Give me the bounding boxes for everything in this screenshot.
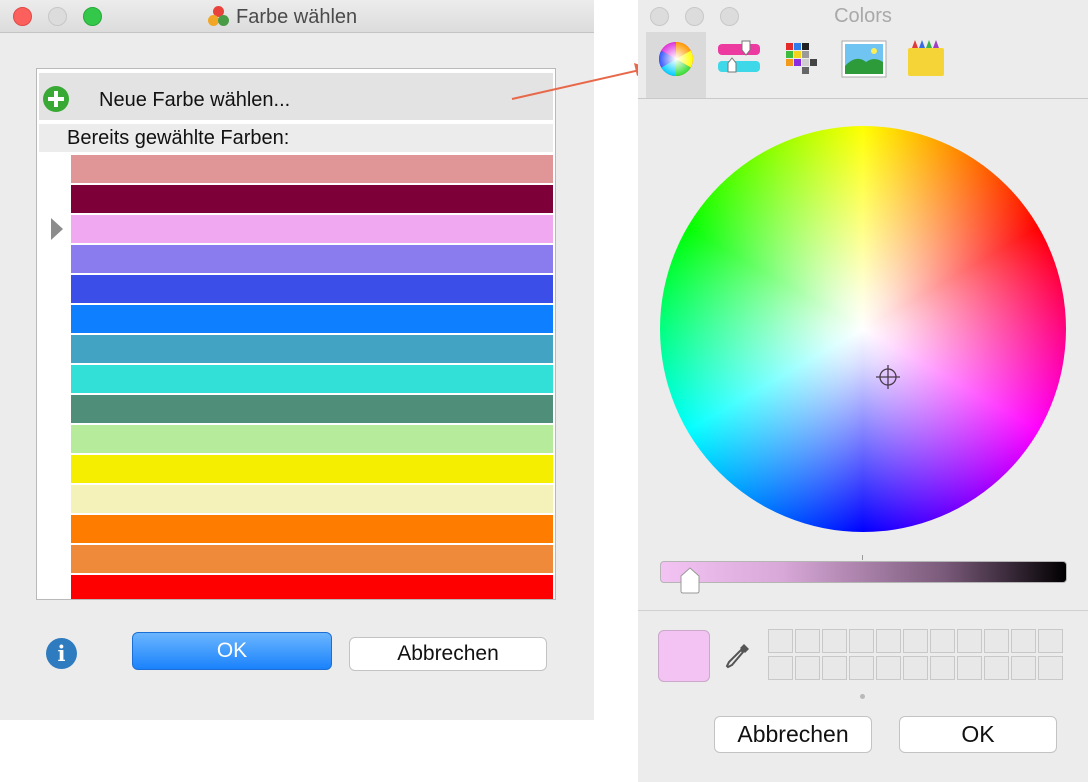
empty-swatch-cell[interactable] — [957, 656, 982, 680]
empty-swatch-cell[interactable] — [930, 656, 955, 680]
color-swatch[interactable] — [71, 275, 553, 303]
new-color-row[interactable]: Neue Farbe wählen... — [39, 73, 553, 120]
dialog-title: Farbe wählen — [236, 5, 358, 28]
tab-crayons[interactable] — [896, 32, 956, 98]
eyedropper-icon[interactable] — [724, 641, 752, 673]
color-swatch[interactable] — [71, 455, 553, 483]
color-swatch[interactable] — [71, 335, 553, 363]
empty-swatch-cell[interactable] — [1011, 656, 1036, 680]
color-swatch[interactable] — [71, 485, 553, 513]
panel-cancel-button[interactable]: Abbrechen — [714, 716, 872, 753]
empty-swatch-cell[interactable] — [876, 629, 901, 653]
panel-title: Colors — [834, 5, 892, 27]
color-swatch[interactable] — [71, 395, 553, 423]
color-swatch[interactable] — [71, 155, 553, 183]
color-wheel[interactable] — [660, 126, 1066, 532]
swatch-divider — [638, 610, 1088, 611]
slider-tick — [862, 555, 863, 560]
colors-panel: Colors Abbrechen OK — [638, 0, 1088, 782]
palette-grid-icon — [786, 43, 817, 74]
empty-swatch-cell[interactable] — [822, 656, 847, 680]
empty-swatch-cell[interactable] — [768, 656, 793, 680]
ok-button[interactable]: OK — [132, 632, 332, 670]
resize-grip-icon[interactable] — [860, 694, 865, 699]
selected-row-pointer-icon — [51, 218, 63, 240]
color-swatch[interactable] — [71, 575, 553, 599]
dialog-titlebar: Farbe wählen — [0, 0, 594, 33]
crosshair-icon[interactable] — [876, 365, 900, 389]
color-list[interactable]: Neue Farbe wählen... Bereits gewählte Fa… — [36, 68, 556, 600]
empty-swatch-cell[interactable] — [795, 656, 820, 680]
panel-ok-button[interactable]: OK — [899, 716, 1057, 753]
empty-swatch-cell[interactable] — [1038, 656, 1063, 680]
add-icon — [43, 86, 69, 112]
dialog-title-group: Farbe wählen — [208, 6, 357, 28]
color-swatch[interactable] — [71, 365, 553, 393]
empty-swatch-cell[interactable] — [768, 629, 793, 653]
empty-swatch-cell[interactable] — [1038, 629, 1063, 653]
choose-color-dialog: Farbe wählen Neue Farbe wählen... Bereit… — [0, 0, 594, 720]
color-wheel-disc[interactable] — [660, 126, 1066, 532]
color-swatch[interactable] — [71, 305, 553, 333]
brightness-slider[interactable] — [660, 561, 1067, 583]
empty-swatch-cell[interactable] — [957, 629, 982, 653]
current-color-well[interactable] — [658, 630, 710, 682]
color-swatch[interactable] — [71, 545, 553, 573]
zoom-window-button[interactable] — [83, 7, 102, 26]
empty-swatch-cell[interactable] — [984, 629, 1009, 653]
empty-swatch-cell[interactable] — [1011, 629, 1036, 653]
color-swatch[interactable] — [71, 215, 553, 243]
info-icon[interactable]: i — [46, 638, 77, 669]
empty-swatch-cell[interactable] — [822, 629, 847, 653]
color-mode-toolbar — [638, 32, 1088, 98]
color-wheel-icon — [659, 42, 693, 76]
toolbar-divider — [638, 98, 1088, 99]
empty-swatch-cell[interactable] — [849, 656, 874, 680]
cancel-button[interactable]: Abbrechen — [349, 637, 547, 671]
empty-swatch-cell[interactable] — [903, 629, 928, 653]
minimize-window-button[interactable] — [48, 7, 67, 26]
empty-swatch-cell[interactable] — [930, 629, 955, 653]
color-swatch[interactable] — [71, 185, 553, 213]
color-swatch[interactable] — [71, 515, 553, 543]
color-history-swatches — [71, 155, 553, 599]
tab-color-sliders[interactable] — [710, 32, 770, 98]
tab-image-palettes[interactable] — [834, 32, 894, 98]
history-header: Bereits gewählte Farben: — [39, 124, 553, 152]
color-swatch[interactable] — [71, 245, 553, 273]
empty-swatch-cell[interactable] — [849, 629, 874, 653]
sliders-icon — [718, 40, 760, 73]
close-window-button[interactable] — [13, 7, 32, 26]
favorite-swatches-grid — [768, 629, 1069, 680]
tab-color-palettes[interactable] — [772, 32, 832, 98]
empty-swatch-cell[interactable] — [984, 656, 1009, 680]
tab-color-wheel[interactable] — [646, 32, 706, 98]
image-icon — [841, 40, 887, 78]
color-swatch[interactable] — [71, 425, 553, 453]
new-color-label: Neue Farbe wählen... — [99, 89, 291, 111]
empty-swatch-cell[interactable] — [903, 656, 928, 680]
history-label: Bereits gewählte Farben: — [67, 127, 290, 149]
crayons-icon — [908, 40, 944, 76]
color-app-icon — [208, 6, 230, 28]
empty-swatch-cell[interactable] — [876, 656, 901, 680]
slider-knob[interactable] — [678, 566, 702, 594]
empty-swatch-cell[interactable] — [795, 629, 820, 653]
